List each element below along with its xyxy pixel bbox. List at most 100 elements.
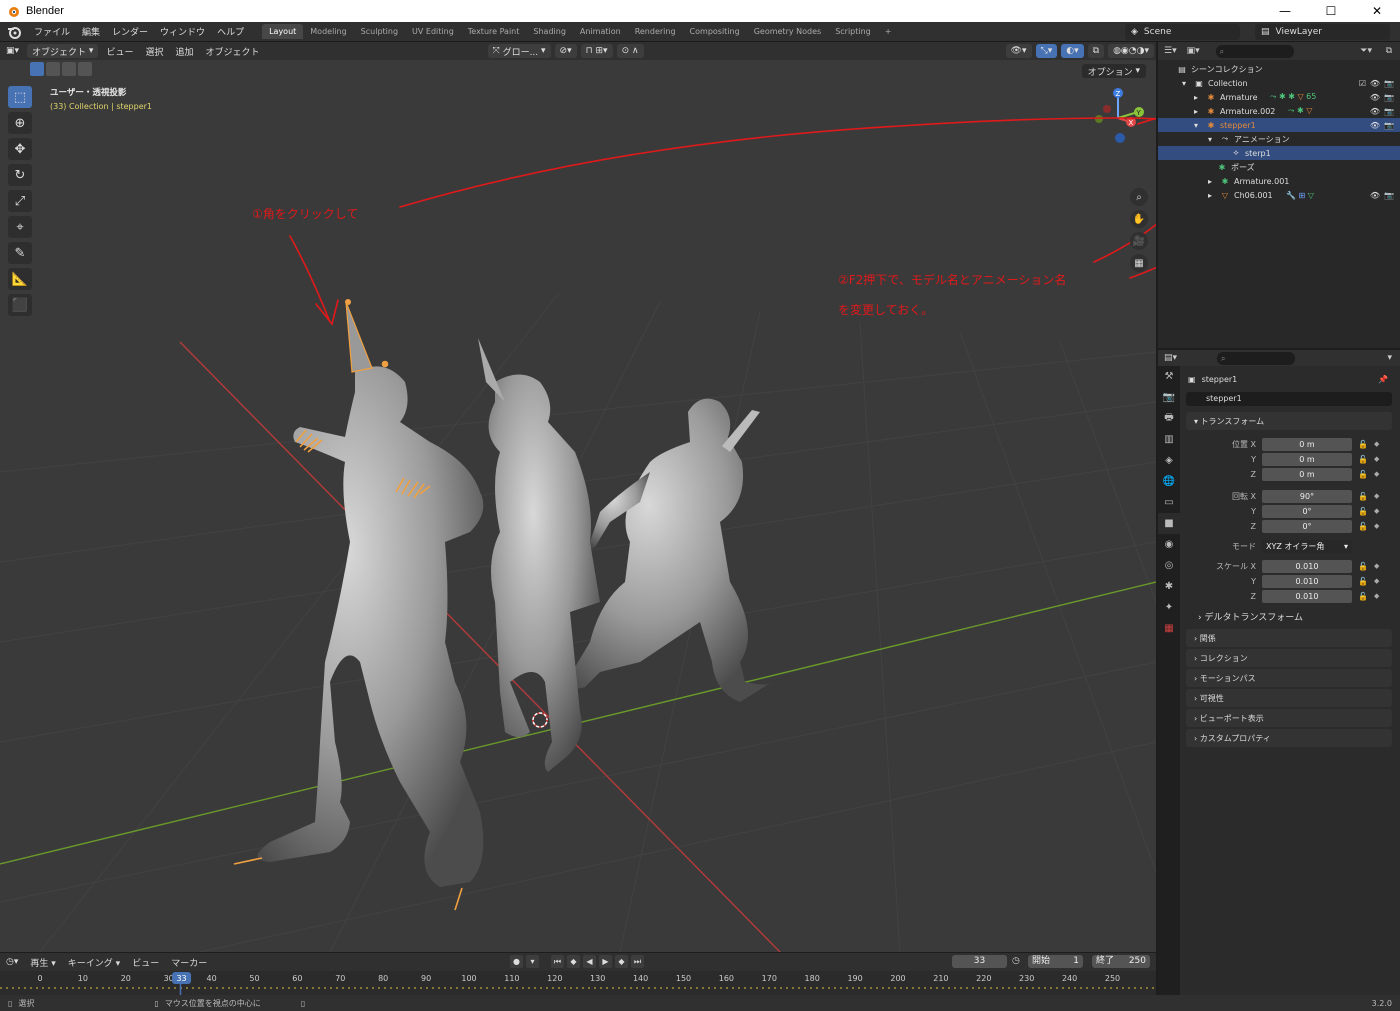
prev-keyframe-icon[interactable]: ◆ <box>567 955 580 968</box>
menu-add[interactable]: 追加 <box>169 45 199 58</box>
select-extend-icon[interactable] <box>46 62 60 76</box>
camera-icon[interactable]: 📷 <box>1384 107 1394 116</box>
timeline-ruler[interactable]: 0 10 20 30 40 50 60 70 80 90 100 110 120 130 140 150 160… <box>0 971 1156 995</box>
expand-arrow-icon[interactable]: ▸ <box>1204 191 1216 200</box>
options-dropdown[interactable]: オプション ▾ <box>1081 64 1146 78</box>
play-reverse-icon[interactable]: ◀ <box>583 955 596 968</box>
outliner-row-ch06-001[interactable]: ▸ ▽ Ch06.001 🔧 ⊞ ▽ 👁 📷 <box>1158 188 1400 202</box>
rotation-mode-select[interactable]: XYZ オイラー角 ▾ <box>1262 539 1352 553</box>
tab-scripting[interactable]: Scripting <box>828 24 878 39</box>
lock-icon[interactable]: 🔓 <box>1358 522 1368 531</box>
eye-icon[interactable]: 👁 <box>1370 191 1380 200</box>
scene-tab-icon[interactable]: ◈ <box>1158 450 1180 471</box>
viewlayer-selector[interactable]: ▤ ViewLayer <box>1255 24 1390 40</box>
outliner-row-scene-collection[interactable]: ▤ シーンコレクション <box>1158 62 1400 76</box>
keyframe-dot-icon[interactable]: ◆ <box>1374 507 1379 515</box>
filter-icon[interactable]: ⏷▾ <box>1360 46 1372 56</box>
current-frame-field[interactable]: 33 <box>952 955 1007 968</box>
menu-render[interactable]: レンダー <box>106 25 154 38</box>
keyframe-dot-icon[interactable]: ◆ <box>1374 440 1379 448</box>
display-mode-icon[interactable]: ▣▾ <box>1187 46 1200 56</box>
end-frame-field[interactable]: 終了 250 <box>1092 955 1150 968</box>
menu-select[interactable]: 選択 <box>139 45 169 58</box>
rotate-tool-icon[interactable]: ↻ <box>8 164 32 186</box>
minimize-button[interactable]: — <box>1262 0 1308 22</box>
view-layer-tab-icon[interactable]: ▥ <box>1158 429 1180 450</box>
camera-icon[interactable]: 📷 <box>1384 191 1394 200</box>
location-z-field[interactable]: 0 m <box>1262 467 1352 481</box>
scale-y-field[interactable]: 0.010 <box>1262 574 1352 588</box>
maximize-button[interactable]: ☐ <box>1308 0 1354 22</box>
outliner-row-armature[interactable]: ▸ ✱ Armature ⤳ ✱ ✱ ▽ 65 👁 📷 <box>1158 90 1400 104</box>
perspective-grid-icon[interactable]: ▦ <box>1130 254 1148 272</box>
menu-playback[interactable]: 再生 ▾ <box>24 956 61 969</box>
next-keyframe-icon[interactable]: ◆ <box>615 955 628 968</box>
custom-properties-panel-header[interactable]: › カスタムプロパティ <box>1186 729 1392 747</box>
transform-orientation-selector[interactable]: ⤧ グロー... ▾ <box>487 44 551 58</box>
menu-view[interactable]: ビュー <box>100 45 139 58</box>
menu-object[interactable]: オブジェクト <box>199 45 265 58</box>
checkbox-icon[interactable]: ☑ <box>1359 79 1366 88</box>
clock-icon[interactable]: ◷ <box>1012 956 1020 966</box>
play-icon[interactable]: ▶ <box>599 955 612 968</box>
outliner-row-stepper1[interactable]: ▾ ✱ stepper1 👁 📷 <box>1158 118 1400 132</box>
expand-arrow-icon[interactable]: ▸ <box>1190 107 1202 116</box>
3d-viewport[interactable]: ▣▾ オブジェクト ▾ ビュー 選択 追加 オブジェクト ⤧ グロー... ▾ … <box>0 42 1156 952</box>
lock-icon[interactable]: 🔓 <box>1358 492 1368 501</box>
mode-selector[interactable]: オブジェクト ▾ <box>27 44 99 58</box>
timeline-editor-icon[interactable]: ◷▾ <box>0 957 24 967</box>
add-workspace-button[interactable]: + <box>878 24 899 39</box>
bone-tab-icon[interactable]: ✦ <box>1158 597 1180 618</box>
visibility-panel-header[interactable]: › 可視性 <box>1186 689 1392 707</box>
menu-help[interactable]: ヘルプ <box>211 25 250 38</box>
camera-icon[interactable]: 📷 <box>1384 93 1394 102</box>
menu-timeline-view[interactable]: ビュー <box>126 956 165 969</box>
collection-tab-icon[interactable]: ▭ <box>1158 492 1180 513</box>
menu-marker[interactable]: マーカー <box>165 956 213 969</box>
xray-toggle-icon[interactable]: ⧉ <box>1087 44 1105 58</box>
jump-start-icon[interactable]: ⏮ <box>551 955 564 968</box>
blender-menu-icon[interactable] <box>6 24 22 40</box>
tab-uv-editing[interactable]: UV Editing <box>405 24 461 39</box>
transform-panel-header[interactable]: ▾ トランスフォーム <box>1186 412 1392 430</box>
menu-file[interactable]: ファイル <box>28 25 76 38</box>
motion-paths-panel-header[interactable]: › モーションパス <box>1186 669 1392 687</box>
keyframe-dot-icon[interactable]: ◆ <box>1374 577 1379 585</box>
lock-icon[interactable]: 🔓 <box>1358 455 1368 464</box>
collections-panel-header[interactable]: › コレクション <box>1186 649 1392 667</box>
expand-arrow-icon[interactable]: ▸ <box>1204 177 1216 186</box>
tool-tab-icon[interactable]: ⚒ <box>1158 366 1180 387</box>
lock-icon[interactable]: 🔓 <box>1358 562 1368 571</box>
viewport-display-panel-header[interactable]: › ビューポート表示 <box>1186 709 1392 727</box>
camera-icon[interactable]: 📷 <box>1384 79 1394 88</box>
transform-tool-icon[interactable]: ⌖ <box>8 216 32 238</box>
tab-layout[interactable]: Layout <box>262 24 304 39</box>
select-subtract-icon[interactable] <box>62 62 76 76</box>
outliner-row-armature-001[interactable]: ▸ ✱ Armature.001 <box>1158 174 1400 188</box>
outliner-row-collection[interactable]: ▾ ▣ Collection ☑ 👁 📷 <box>1158 76 1400 90</box>
outliner-row-pose[interactable]: ✱ ポーズ <box>1158 160 1400 174</box>
visibility-icon[interactable]: 👁▾ <box>1005 44 1032 58</box>
outliner-search-input[interactable]: ⌕ <box>1215 44 1294 58</box>
keyframe-dot-icon[interactable]: ◆ <box>1374 455 1379 463</box>
menu-window[interactable]: ウィンドウ <box>154 25 211 38</box>
eye-icon[interactable]: 👁 <box>1370 121 1380 130</box>
keyframe-dot-icon[interactable]: ◆ <box>1374 470 1379 478</box>
scale-z-field[interactable]: 0.010 <box>1262 589 1352 603</box>
record-icon[interactable]: ● <box>510 955 523 968</box>
scale-tool-icon[interactable]: ⤢ <box>8 190 32 212</box>
tab-shading[interactable]: Shading <box>526 24 573 39</box>
shading-mode-icons[interactable]: ◍◉◔◑▾ <box>1108 44 1154 58</box>
expand-arrow-icon[interactable]: ▾ <box>1178 79 1190 88</box>
outliner-editor-icon[interactable]: ☰▾ <box>1164 46 1177 56</box>
navigation-gizmo[interactable]: Z Y X <box>1095 88 1144 143</box>
world-tab-icon[interactable]: 🌐 <box>1158 471 1180 492</box>
editor-type-icon[interactable]: ▣▾ <box>0 46 25 56</box>
outliner-row-armature-002[interactable]: ▸ ✱ Armature.002 ⤳ ✱ ▽ 👁 📷 <box>1158 104 1400 118</box>
zoom-icon[interactable]: ⌕ <box>1130 188 1148 206</box>
eye-icon[interactable]: 👁 <box>1370 107 1380 116</box>
location-x-field[interactable]: 0 m <box>1262 437 1352 451</box>
lock-icon[interactable]: 🔓 <box>1358 577 1368 586</box>
select-tool-icon[interactable]: ⬚ <box>8 86 32 108</box>
select-box-icon[interactable] <box>30 62 44 76</box>
